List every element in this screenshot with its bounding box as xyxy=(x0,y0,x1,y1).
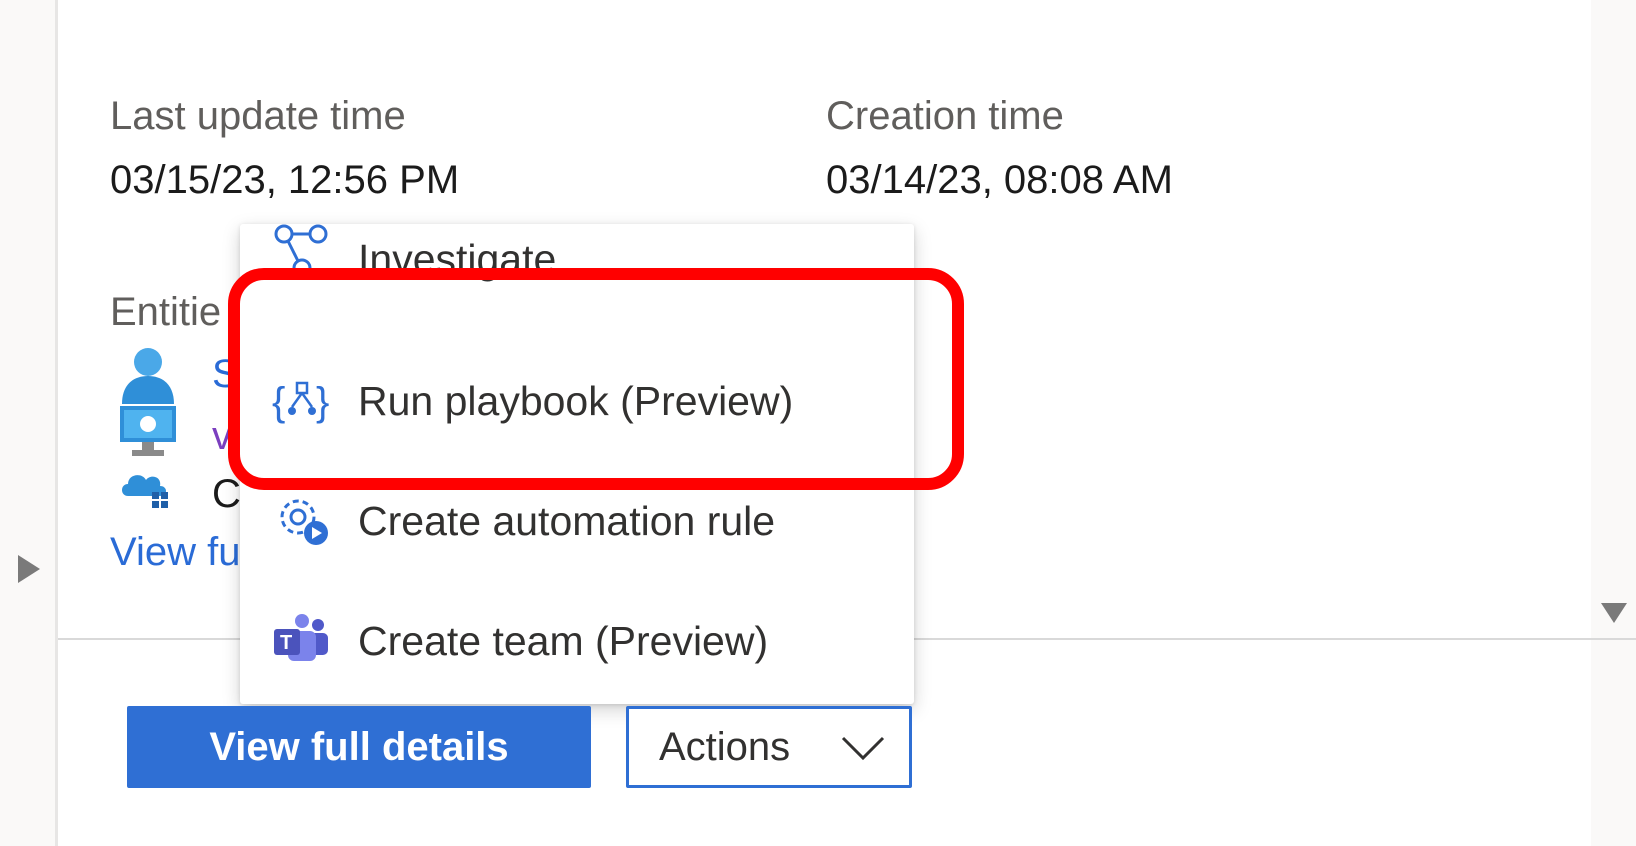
view-full-details-button[interactable]: View full details xyxy=(127,706,591,788)
cloud-app-icon xyxy=(122,475,168,508)
svg-text:{: { xyxy=(272,380,285,424)
creation-time-value: 03/14/23, 08:08 AM xyxy=(826,158,1173,202)
menu-item-create-automation-rule[interactable]: Create automation rule xyxy=(240,466,914,576)
menu-item-label: Run playbook (Preview) xyxy=(358,378,794,424)
user-icon xyxy=(122,348,174,404)
menu-item-run-playbook[interactable]: { } Run playbook (Preview) xyxy=(240,346,914,456)
chevron-down-icon xyxy=(841,736,885,761)
creation-time-label: Creation time xyxy=(826,94,1064,138)
menu-item-create-team[interactable]: T Create team (Preview) xyxy=(240,586,914,696)
panel-left-border xyxy=(55,0,58,846)
actions-dropdown-menu: Investigate { } Run playbook (Preview) C… xyxy=(240,224,914,704)
actions-dropdown-button[interactable]: Actions xyxy=(626,706,912,788)
expand-arrow-icon[interactable] xyxy=(18,555,40,583)
svg-text:}: } xyxy=(316,380,329,424)
last-update-value: 03/15/23, 12:56 PM xyxy=(110,158,460,202)
entity-host-link[interactable]: v xyxy=(212,414,232,459)
entity-cloud-app-text: C xyxy=(212,472,241,516)
menu-item-label: Create automation rule xyxy=(358,498,776,544)
last-update-label: Last update time xyxy=(110,94,406,138)
teams-icon: T xyxy=(274,614,328,661)
menu-item-investigate[interactable]: Investigate xyxy=(240,224,914,306)
playbook-icon: { } xyxy=(272,380,329,424)
entity-user-link[interactable]: S xyxy=(212,352,239,397)
automation-gear-icon xyxy=(280,499,328,545)
left-gutter xyxy=(0,0,55,846)
menu-item-label: Create team (Preview) xyxy=(358,618,769,664)
computer-icon xyxy=(120,406,176,456)
svg-text:T: T xyxy=(280,632,292,654)
menu-item-label: Investigate xyxy=(358,236,557,282)
entities-label: Entitie xyxy=(110,290,222,334)
investigate-graph-icon xyxy=(274,224,328,278)
right-scroll-gutter xyxy=(1591,0,1636,846)
view-full-entities-link[interactable]: View fu xyxy=(110,530,240,575)
scroll-down-arrow-icon[interactable] xyxy=(1601,603,1627,623)
actions-button-label: Actions xyxy=(659,724,791,769)
